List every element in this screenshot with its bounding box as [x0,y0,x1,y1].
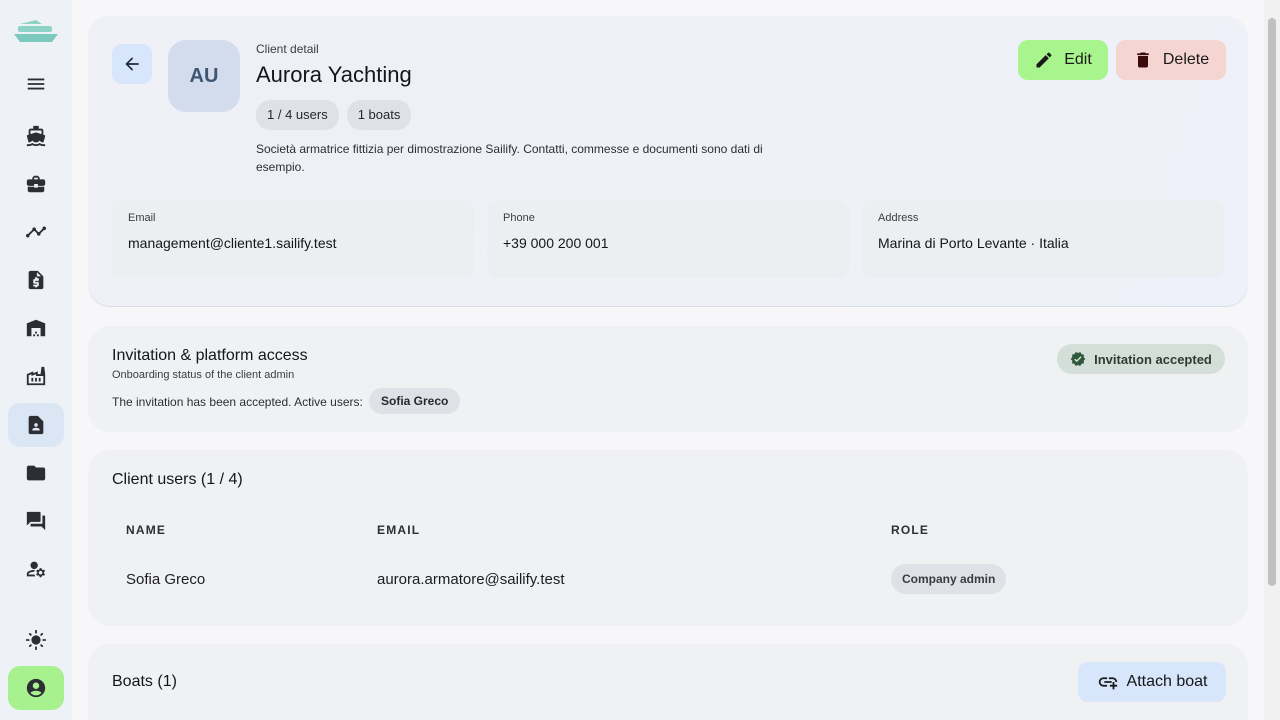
chat-icon [26,511,46,531]
column-header-name: NAME [126,523,167,537]
active-user-chip: Sofia Greco [369,388,461,414]
sidebar-item-invoices[interactable] [8,258,64,302]
boats-count-chip: 1 boats [346,100,412,130]
summary-chips: 1 / 4 users 1 boats [256,100,412,130]
delete-button[interactable]: Delete [1116,40,1226,80]
user-role-chip: Company admin [891,564,1007,594]
scrollbar-thumb[interactable] [1268,18,1276,586]
status-label: Invitation accepted [1094,351,1212,367]
invoice-icon [28,270,44,290]
page-eyebrow: Client detail [256,42,319,56]
delete-label: Delete [1162,51,1210,68]
factory-icon [26,366,46,386]
sidebar-item-jobs[interactable] [8,162,64,206]
arrow-back-icon [125,57,139,71]
menu-icon [27,78,45,90]
phone-value: +39 000 200 001 [503,235,609,251]
column-header-email: EMAIL [377,523,421,537]
edit-button[interactable]: Edit [1018,40,1108,80]
client-avatar: AU [168,40,240,112]
edit-label: Edit [1064,51,1092,68]
ship-logo-icon[interactable] [12,14,60,46]
client-header-card: AU Client detail Aurora Yachting 1 / 4 u… [88,16,1248,306]
briefcase-icon [26,175,46,193]
user-gear-icon [26,561,46,578]
address-label: Address [878,212,919,224]
page-scrollbar[interactable] [1264,0,1280,720]
invitation-text: The invitation has been accepted. Active… [112,395,363,409]
address-info-box: Address Marina di Porto Levante · Italia [862,200,1224,278]
sidebar-item-documents[interactable] [8,451,64,495]
sidebar-item-suppliers[interactable] [8,354,64,398]
sidebar-item-user-settings[interactable] [8,547,64,591]
status-badge: Invitation accepted [1057,344,1225,374]
sidebar-item-shipyards[interactable] [8,306,64,350]
users-count-chip: 1 / 4 users [256,100,339,130]
trash-icon [1137,52,1149,68]
users-title: Client users (1 / 4) [112,471,243,488]
warehouse-icon [26,319,46,337]
user-email-cell: aurora.armatore@sailify.test [377,571,565,588]
attach-boat-button[interactable]: Attach boat [1078,662,1226,702]
client-users-card: Client users (1 / 4) NAME EMAIL ROLE Sof… [88,450,1248,626]
account-button[interactable] [8,666,64,710]
pencil-icon [1036,52,1052,68]
back-button[interactable] [112,44,152,84]
verified-check-icon [1070,352,1086,366]
folder-icon [26,465,46,481]
boat-icon [26,125,46,147]
invitation-subtitle: Onboarding status of the client admin [112,369,295,381]
contact-card-icon [28,415,44,435]
sun-icon [25,629,47,651]
sidebar-item-clients[interactable] [8,403,64,447]
email-label: Email [128,212,156,224]
sidebar-item-messages[interactable] [8,499,64,543]
main-content: AU Client detail Aurora Yachting 1 / 4 u… [72,0,1264,720]
sidebar [0,0,72,720]
email-info-box: Email management@cliente1.sailify.test [112,200,474,278]
page-title: Aurora Yachting [256,62,412,87]
trending-icon [25,226,47,238]
email-value: management@cliente1.sailify.test [128,235,337,251]
invitation-title: Invitation & platform access [112,347,308,364]
invitation-card: Invitation & platform access Onboarding … [88,326,1248,432]
phone-info-box: Phone +39 000 200 001 [487,200,849,278]
boats-card: Boats (1) Attach boat [88,644,1248,720]
account-circle-icon [26,678,46,698]
client-description: Società armatrice fittizia per dimostraz… [256,142,763,174]
user-name-cell: Sofia Greco [126,571,206,588]
sidebar-item-analytics[interactable] [8,210,64,254]
column-header-role: ROLE [891,523,930,537]
phone-label: Phone [503,212,535,224]
sidebar-item-boats[interactable] [8,114,64,158]
theme-toggle[interactable] [8,618,64,662]
menu-button[interactable] [8,62,64,106]
address-value: Marina di Porto Levante · Italia [878,235,1069,251]
boats-title: Boats (1) [112,673,177,690]
attach-boat-label: Attach boat [1126,673,1208,690]
link-add-icon [1098,677,1117,690]
